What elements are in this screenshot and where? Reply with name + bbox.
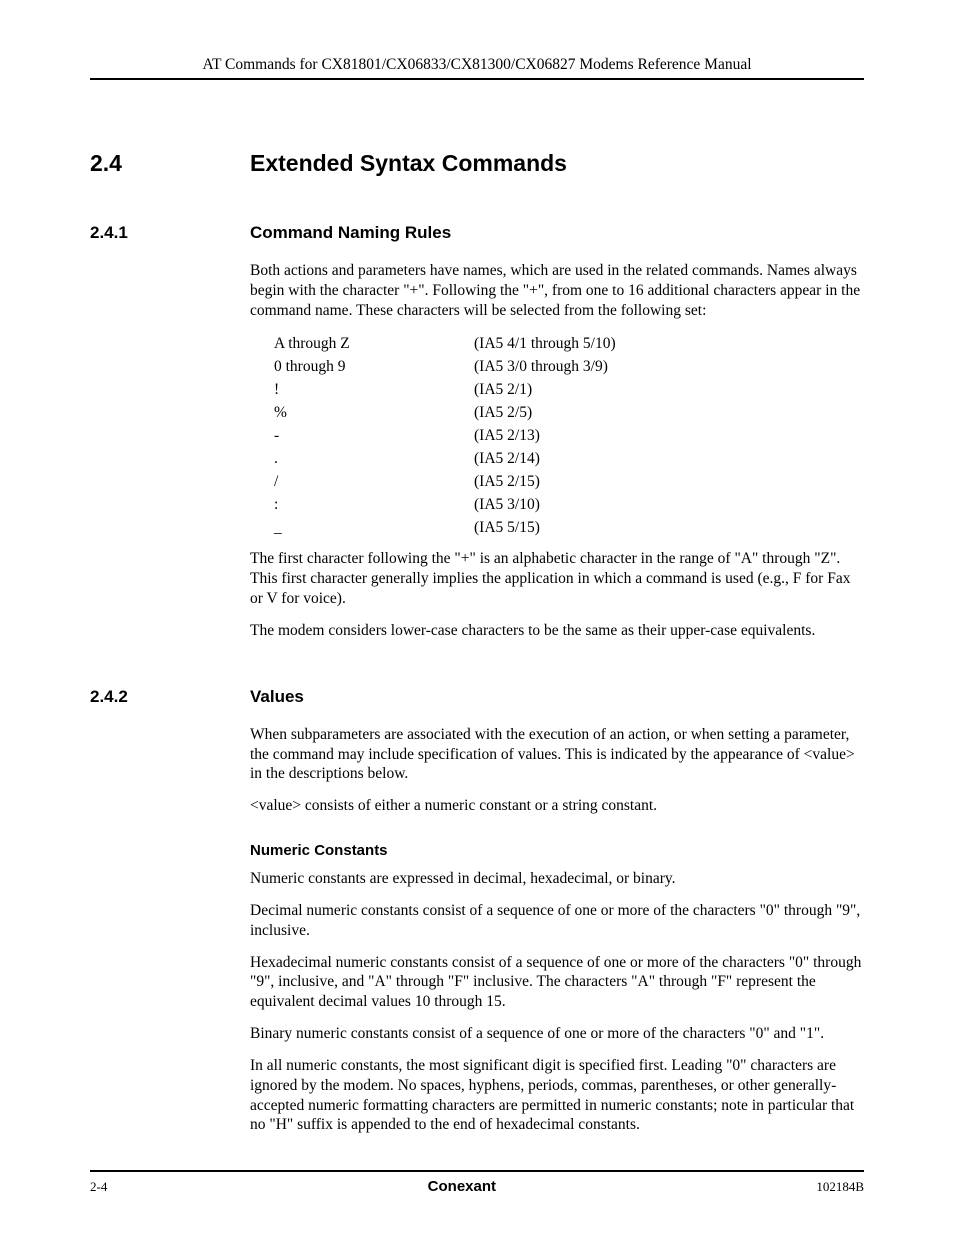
footer-line: 2-4 Conexant 102184B: [90, 1170, 864, 1195]
character-set-table: A through Z(IA5 4/1 through 5/10) 0 thro…: [274, 332, 616, 539]
char-cell: _: [274, 516, 474, 539]
paragraph: Both actions and parameters have names, …: [250, 261, 864, 320]
body-block: When subparameters are associated with t…: [250, 725, 864, 1135]
table-row: !(IA5 2/1): [274, 378, 616, 401]
ia5-cell: (IA5 2/15): [474, 470, 616, 493]
char-cell: /: [274, 470, 474, 493]
table-row: %(IA5 2/5): [274, 401, 616, 424]
sub-subheading: Numeric Constants: [250, 842, 864, 859]
paragraph: The modem considers lower-case character…: [250, 621, 864, 641]
table-row: A through Z(IA5 4/1 through 5/10): [274, 332, 616, 355]
table-row: /(IA5 2/15): [274, 470, 616, 493]
page: AT Commands for CX81801/CX06833/CX81300/…: [0, 0, 954, 1235]
paragraph: <value> consists of either a numeric con…: [250, 796, 864, 816]
char-cell: :: [274, 493, 474, 516]
ia5-cell: (IA5 3/0 through 3/9): [474, 355, 616, 378]
ia5-cell: (IA5 5/15): [474, 516, 616, 539]
subsection-heading: 2.4.2 Values: [90, 687, 864, 707]
ia5-cell: (IA5 3/10): [474, 493, 616, 516]
ia5-cell: (IA5 2/5): [474, 401, 616, 424]
ia5-cell: (IA5 2/14): [474, 447, 616, 470]
table-row: .(IA5 2/14): [274, 447, 616, 470]
paragraph: Numeric constants are expressed in decim…: [250, 869, 864, 889]
table-row: :(IA5 3/10): [274, 493, 616, 516]
section-number: 2.4: [90, 150, 250, 177]
footer-brand: Conexant: [428, 1178, 496, 1195]
paragraph: The first character following the "+" is…: [250, 549, 864, 608]
subsection-title: Command Naming Rules: [250, 223, 451, 243]
paragraph: Binary numeric constants consist of a se…: [250, 1024, 864, 1044]
paragraph: When subparameters are associated with t…: [250, 725, 864, 784]
subsection-title: Values: [250, 687, 304, 707]
char-cell: -: [274, 424, 474, 447]
char-cell: !: [274, 378, 474, 401]
paragraph: Decimal numeric constants consist of a s…: [250, 901, 864, 941]
char-cell: .: [274, 447, 474, 470]
section-heading: 2.4 Extended Syntax Commands: [90, 150, 864, 177]
footer-doc-id: 102184B: [816, 1179, 864, 1195]
subsection-heading: 2.4.1 Command Naming Rules: [90, 223, 864, 243]
subsection-number: 2.4.1: [90, 223, 250, 243]
subsection-number: 2.4.2: [90, 687, 250, 707]
ia5-cell: (IA5 2/13): [474, 424, 616, 447]
table-row: _(IA5 5/15): [274, 516, 616, 539]
page-footer: 2-4 Conexant 102184B: [90, 1170, 864, 1195]
table-row: -(IA5 2/13): [274, 424, 616, 447]
ia5-cell: (IA5 2/1): [474, 378, 616, 401]
paragraph: Hexadecimal numeric constants consist of…: [250, 953, 864, 1012]
section-title: Extended Syntax Commands: [250, 150, 567, 177]
char-cell: A through Z: [274, 332, 474, 355]
page-header: AT Commands for CX81801/CX06833/CX81300/…: [90, 56, 864, 80]
table-row: 0 through 9(IA5 3/0 through 3/9): [274, 355, 616, 378]
char-cell: %: [274, 401, 474, 424]
footer-page-number: 2-4: [90, 1179, 107, 1195]
paragraph: In all numeric constants, the most signi…: [250, 1056, 864, 1135]
char-cell: 0 through 9: [274, 355, 474, 378]
ia5-cell: (IA5 4/1 through 5/10): [474, 332, 616, 355]
body-block: Both actions and parameters have names, …: [250, 261, 864, 641]
